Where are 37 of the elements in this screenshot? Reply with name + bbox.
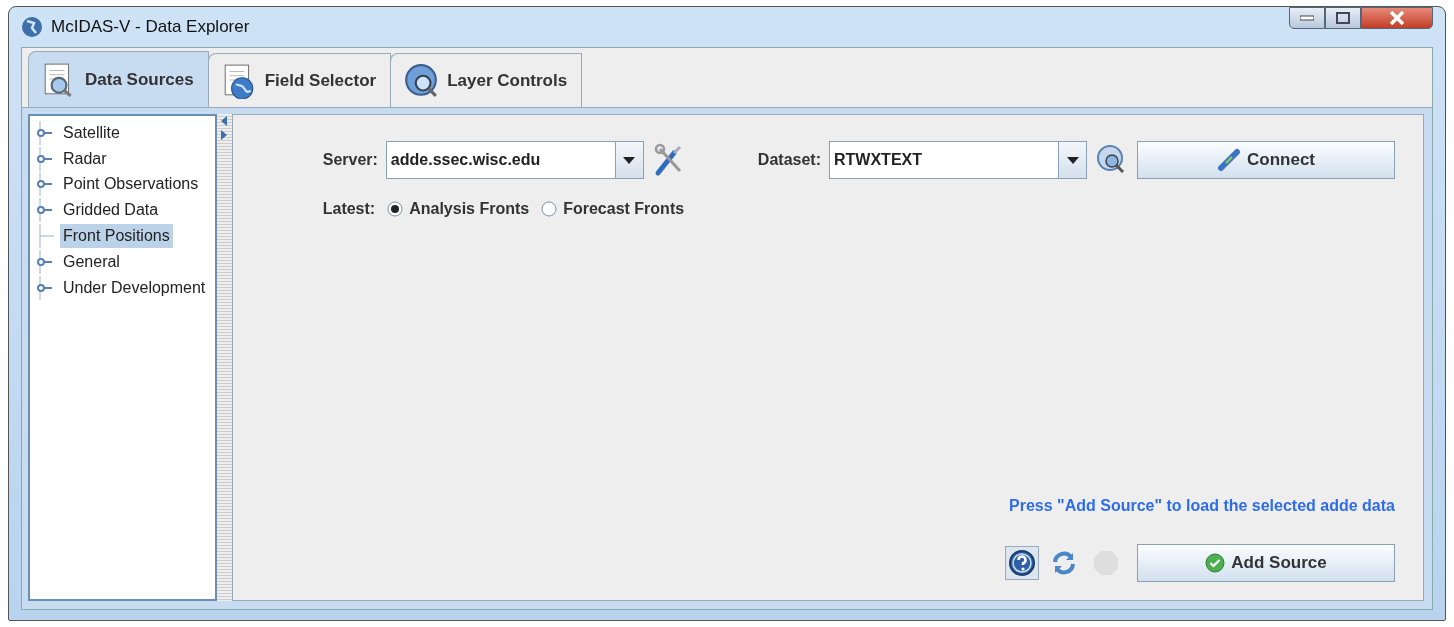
latest-label: Latest: [322,199,376,219]
maximize-icon [1336,12,1350,24]
tree-item[interactable]: General [60,249,123,274]
dropdown-caret-icon [1066,156,1079,164]
globe-magnifier-icon [403,62,440,99]
add-source-button[interactable]: Add Source [1137,544,1395,582]
radio-option[interactable]: Analysis Fronts [387,197,530,221]
dropdown-caret-icon [623,156,636,164]
dataset-combo[interactable]: RTWXTEXT [829,141,1087,179]
tree-item[interactable]: Under Development [60,275,209,300]
connect-button[interactable]: Connect [1137,141,1395,179]
help-icon [1008,549,1036,577]
server-label: Server: [322,150,378,170]
help-button[interactable] [1005,546,1039,580]
close-button[interactable] [1361,7,1433,29]
close-icon [1389,11,1405,25]
refresh-icon [1050,549,1078,577]
tree-item[interactable]: Satellite [60,120,123,145]
maximize-button[interactable] [1325,7,1361,29]
dataset-label: Dataset: [757,150,821,170]
check-icon [1205,553,1226,573]
collapse-left-icon[interactable] [221,116,228,126]
tab[interactable]: Layer Controls [390,53,583,107]
app-globe-icon [21,16,43,38]
plug-icon [1217,148,1241,172]
window-title: McIDAS-V - Data Explorer [51,16,250,39]
tree-item[interactable]: Gridded Data [60,198,162,223]
minimize-icon [1300,15,1314,21]
tree-item[interactable]: Point Observations [60,172,202,197]
hint-text: Press "Add Source" to load the selected adde data [1009,496,1395,516]
radio-option[interactable]: Forecast Fronts [541,197,685,221]
tab[interactable]: Data Sources [28,51,209,107]
server-combo[interactable]: adde.ssec.wisc.edu [385,141,644,179]
minimize-button[interactable] [1289,7,1325,29]
tree-item[interactable]: Radar [60,146,110,171]
tree-item[interactable]: Front Positions [60,224,173,249]
expand-right-icon[interactable] [221,130,228,140]
